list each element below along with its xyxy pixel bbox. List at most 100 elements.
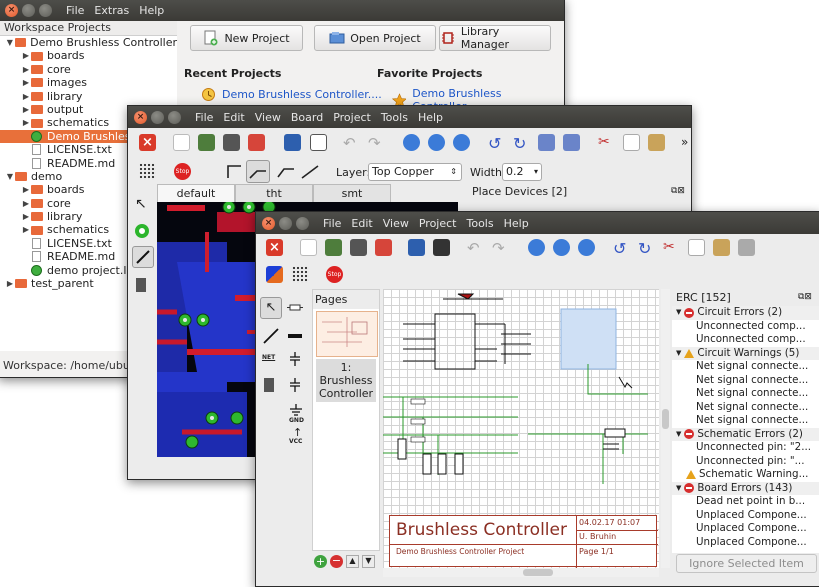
paste-icon[interactable] xyxy=(648,134,665,151)
capacitor-tool-icon[interactable] xyxy=(289,352,301,366)
board-menu-board[interactable]: Board xyxy=(291,111,323,124)
library-manager-button[interactable]: Library Manager xyxy=(439,25,551,51)
erc-item[interactable]: Net signal connecte... xyxy=(672,414,819,428)
sch-menu-tools[interactable]: Tools xyxy=(466,217,493,230)
mirror-icon[interactable] xyxy=(538,134,555,151)
page-up-icon[interactable]: ▲ xyxy=(346,555,359,568)
stop-icon[interactable]: Stop xyxy=(174,163,191,180)
expanded-arrow-icon[interactable]: ▼ xyxy=(5,36,15,49)
layer-select[interactable]: Top Copper ⇕ xyxy=(368,163,462,181)
dock-float-icon[interactable]: ⧉⊠ xyxy=(671,186,685,196)
wire-angle-90-icon[interactable] xyxy=(226,163,243,180)
toolbar-overflow-icon[interactable]: » xyxy=(681,135,688,149)
board-menu-view[interactable]: View xyxy=(255,111,281,124)
board-menu-help[interactable]: Help xyxy=(418,111,443,124)
save-icon[interactable] xyxy=(325,239,342,256)
rotate-ccw-icon[interactable]: ↺ xyxy=(613,239,630,258)
erc-list[interactable]: ▼ Circuit Errors (2) Unconnected comp... Un… xyxy=(672,306,819,553)
layers-icon[interactable] xyxy=(266,266,283,283)
erc-item[interactable]: Dead net point in b... xyxy=(672,495,819,509)
erc-item[interactable]: Unplaced Compone... xyxy=(672,536,819,550)
collapsed-arrow-icon[interactable]: ▶ xyxy=(21,223,31,236)
copy-icon[interactable] xyxy=(623,134,640,151)
collapsed-arrow-icon[interactable]: ▶ xyxy=(21,197,31,210)
erc-item[interactable]: Unconnected comp... xyxy=(672,333,819,347)
tree-item[interactable]: ▶ boards xyxy=(0,49,177,62)
tree-item[interactable]: ▶ library xyxy=(0,90,177,103)
collapsed-arrow-icon[interactable]: ▶ xyxy=(21,49,31,62)
collapsed-arrow-icon[interactable]: ▶ xyxy=(21,210,31,223)
rotate-cw-icon[interactable]: ↻ xyxy=(638,239,655,258)
wire-angle-45-button[interactable] xyxy=(246,160,270,183)
board-menu-tools[interactable]: Tools xyxy=(381,111,408,124)
collapsed-arrow-icon[interactable]: ▶ xyxy=(21,63,31,76)
device-icon[interactable] xyxy=(136,278,146,292)
erc-category[interactable]: ▼ Board Errors (143) xyxy=(672,481,819,495)
sch-menu-file[interactable]: File xyxy=(323,217,341,230)
undo-icon[interactable]: ↶ xyxy=(467,239,484,257)
close-window-button[interactable]: × xyxy=(134,110,147,124)
collapsed-arrow-icon[interactable]: ▶ xyxy=(21,103,31,116)
vertical-scroll-thumb[interactable] xyxy=(662,409,669,429)
maximize-window-button[interactable] xyxy=(39,3,52,17)
erc-item[interactable]: Unconnected pin: "... xyxy=(672,455,819,469)
horizontal-scroll-thumb[interactable] xyxy=(523,569,553,576)
add-page-icon[interactable]: + xyxy=(314,555,327,568)
page-thumbnail[interactable] xyxy=(316,311,378,357)
print-icon[interactable] xyxy=(350,239,367,256)
collapsed-arrow-icon[interactable]: ▶ xyxy=(21,116,31,129)
close-window-button[interactable]: × xyxy=(262,216,275,230)
schematic-canvas[interactable]: Brushless Controller Demo Brushless Cont… xyxy=(383,289,659,568)
remove-page-icon[interactable]: − xyxy=(330,555,343,568)
cut-icon[interactable]: ✂ xyxy=(663,239,680,256)
net-label-icon[interactable]: NET xyxy=(262,354,275,361)
zoom-fit-icon[interactable] xyxy=(453,134,470,151)
resistor-tool-icon[interactable] xyxy=(287,302,303,314)
close-icon[interactable]: × xyxy=(266,239,283,256)
page-item-1[interactable]: 1: Brushless Controller xyxy=(316,359,376,402)
erc-item[interactable]: Unconnected comp... xyxy=(672,320,819,334)
close-icon[interactable]: × xyxy=(139,134,156,151)
board-editor-icon[interactable] xyxy=(433,239,450,256)
select-tool-icon[interactable]: ↖ xyxy=(135,196,147,212)
width-select[interactable]: 0.2 ▾ xyxy=(502,163,542,181)
minimize-window-button[interactable] xyxy=(279,216,292,230)
open-project-button[interactable]: Open Project xyxy=(314,25,436,51)
redo-icon[interactable]: ↷ xyxy=(368,134,385,152)
component-icon[interactable] xyxy=(264,378,274,392)
export-pdf-icon[interactable] xyxy=(375,239,392,256)
board-menu-file[interactable]: File xyxy=(195,111,213,124)
zoom-out-icon[interactable] xyxy=(428,134,445,151)
wire-curve-icon[interactable] xyxy=(276,163,296,180)
wire-straight-icon[interactable] xyxy=(300,163,320,180)
rotate-cw-icon[interactable]: ↻ xyxy=(513,134,530,153)
tab-tht[interactable]: tht xyxy=(235,184,313,202)
grid-icon[interactable] xyxy=(292,266,309,283)
vertical-scrollbar[interactable] xyxy=(661,289,670,568)
home-icon[interactable] xyxy=(408,239,425,256)
undo-icon[interactable]: ↶ xyxy=(343,134,360,152)
rotate-ccw-icon[interactable]: ↺ xyxy=(488,134,505,153)
copy-icon[interactable] xyxy=(688,239,705,256)
export-pdf-icon[interactable] xyxy=(248,134,265,151)
cut-icon[interactable]: ✂ xyxy=(598,134,615,151)
cp-menu-extras[interactable]: Extras xyxy=(94,4,129,17)
collapsed-arrow-icon[interactable]: ▶ xyxy=(21,76,31,89)
home-icon[interactable] xyxy=(284,134,301,151)
tree-item[interactable]: ▶ images xyxy=(0,76,177,89)
board-menu-edit[interactable]: Edit xyxy=(223,111,244,124)
erc-category[interactable]: ▼ Schematic Errors (2) xyxy=(672,427,819,441)
expanded-arrow-icon[interactable]: ▼ xyxy=(676,347,681,361)
redo-icon[interactable]: ↷ xyxy=(492,239,509,257)
erc-item[interactable]: Net signal connecte... xyxy=(672,387,819,401)
expanded-arrow-icon[interactable]: ▼ xyxy=(676,306,681,320)
tree-item[interactable]: ▶ core xyxy=(0,63,177,76)
board-menu-project[interactable]: Project xyxy=(333,111,371,124)
close-window-button[interactable]: × xyxy=(5,3,18,17)
recent-project-link[interactable]: Demo Brushless Controller.... xyxy=(201,87,382,102)
erc-item[interactable]: Net signal connecte... xyxy=(672,360,819,374)
select-tool-icon[interactable]: ↖ xyxy=(260,297,282,319)
sch-menu-view[interactable]: View xyxy=(383,217,409,230)
print-icon[interactable] xyxy=(223,134,240,151)
collapsed-arrow-icon[interactable]: ▶ xyxy=(21,183,31,196)
